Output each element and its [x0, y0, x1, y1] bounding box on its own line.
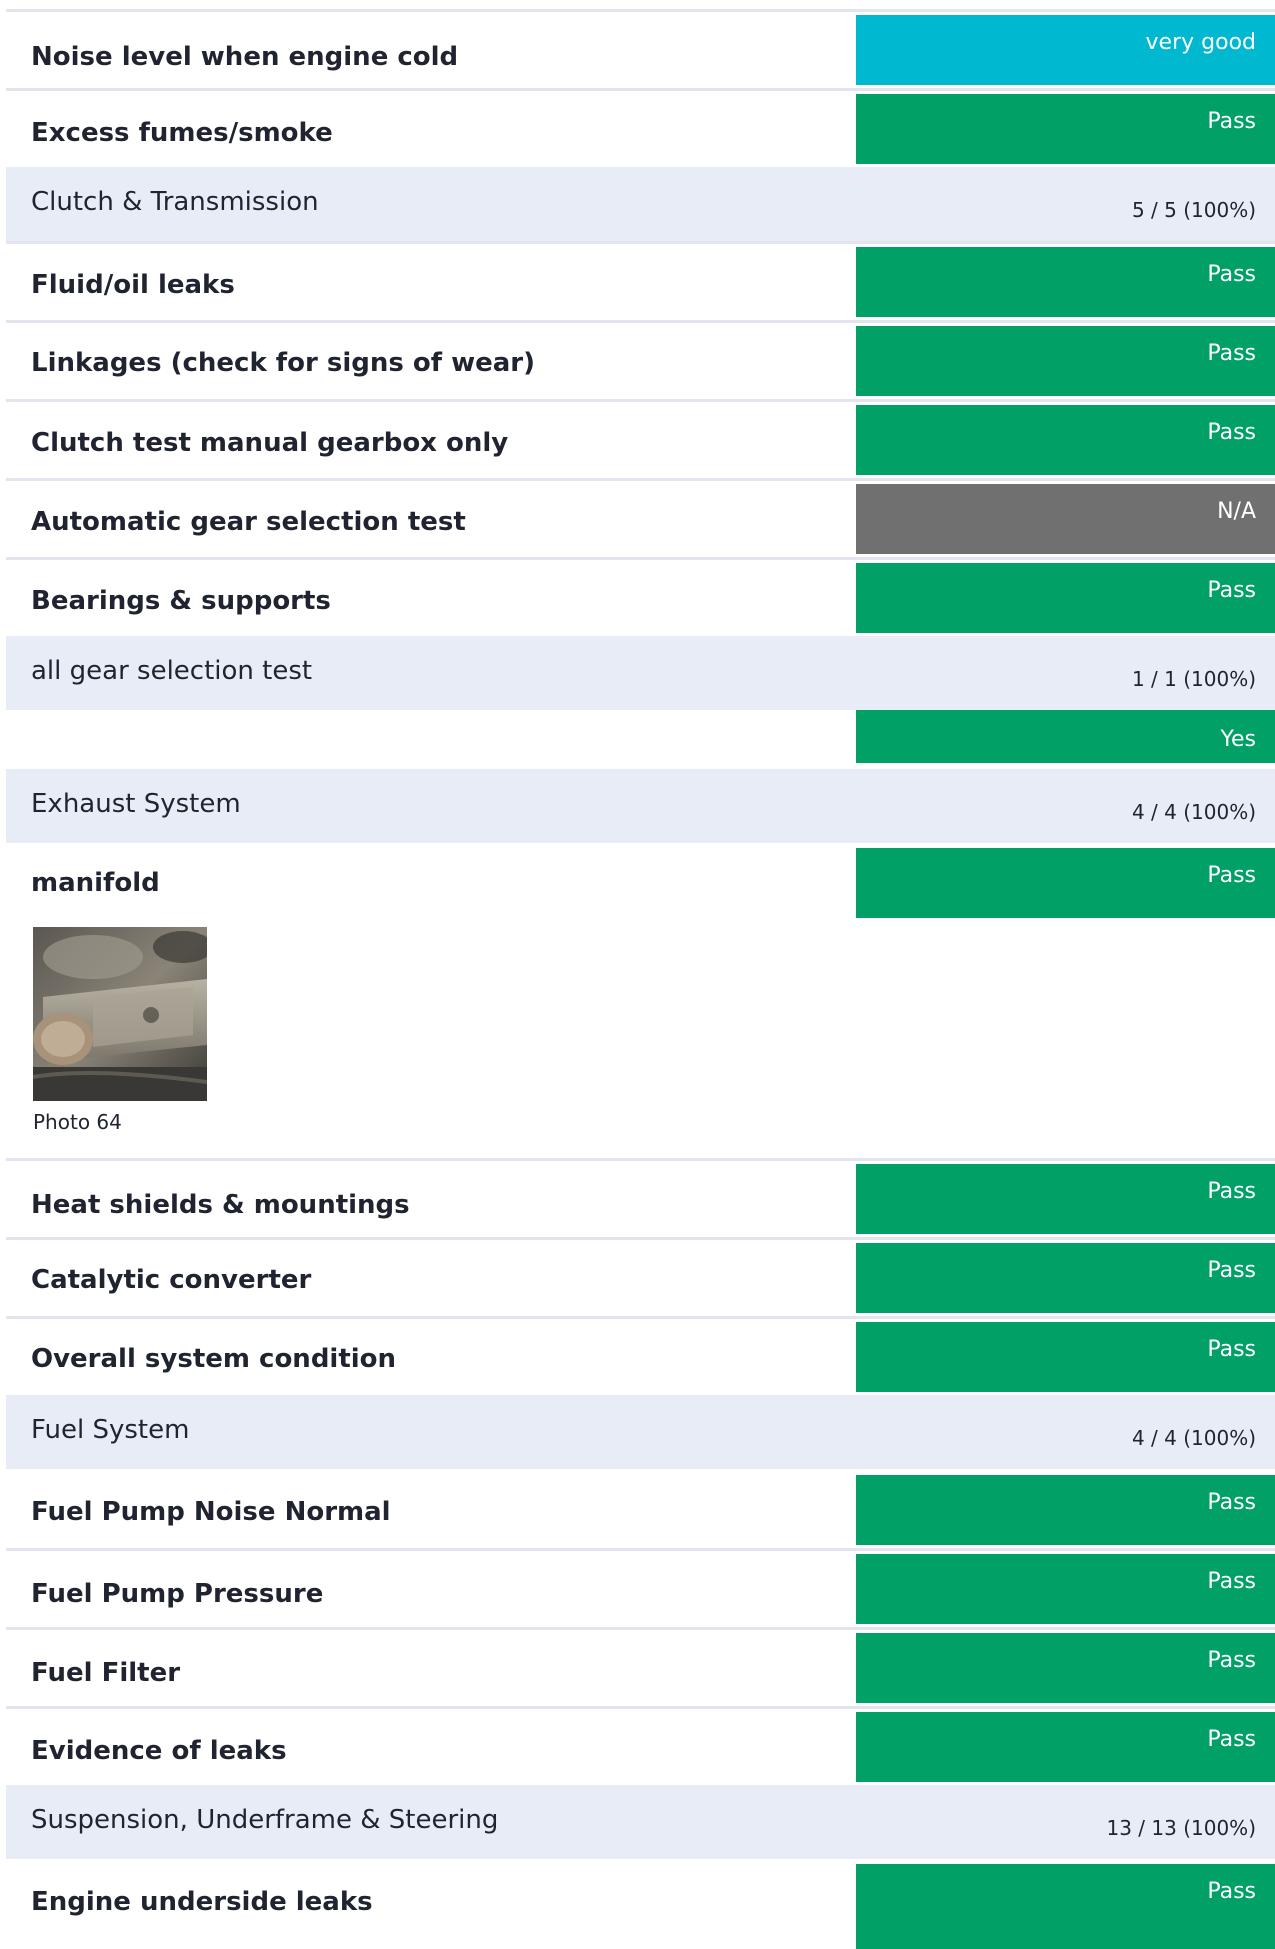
item-label: Overall system condition — [31, 1344, 397, 1374]
status-badge: Pass — [856, 247, 1275, 317]
section-title: Fuel System — [31, 1415, 190, 1445]
item-label: Clutch test manual gearbox only — [31, 428, 509, 458]
photo-image — [33, 927, 207, 1101]
inspection-item: Automatic gear selection test N/A — [6, 478, 1275, 557]
status-badge: Pass — [856, 1475, 1275, 1545]
photo-attachment: Photo 64 — [6, 927, 1275, 1158]
status-badge: Pass — [856, 94, 1275, 164]
section-header: Fuel System 4 / 4 (100%) — [6, 1395, 1275, 1469]
inspection-item: Catalytic converter Pass — [6, 1237, 1275, 1316]
item-label: Catalytic converter — [31, 1265, 312, 1295]
item-label: manifold — [31, 868, 160, 898]
inspection-item: Fuel Filter Pass — [6, 1627, 1275, 1706]
inspection-item: Clutch test manual gearbox only Pass — [6, 399, 1275, 478]
item-label: Fuel Pump Noise Normal — [31, 1497, 391, 1527]
section-score: 1 / 1 (100%) — [1131, 667, 1256, 691]
inspection-item: Noise level when engine cold very good — [6, 9, 1275, 88]
inspection-report: Noise level when engine cold very good E… — [6, 0, 1275, 1949]
status-badge: Pass — [856, 1322, 1275, 1392]
status-badge: Pass — [856, 1864, 1275, 1949]
status-badge: Pass — [856, 563, 1275, 633]
inspection-item: Engine underside leaks Pass — [6, 1859, 1275, 1949]
section-title: Clutch & Transmission — [31, 187, 319, 217]
item-label: Automatic gear selection test — [31, 507, 466, 537]
item-label: Fluid/oil leaks — [31, 270, 235, 300]
section-title: Suspension, Underframe & Steering — [31, 1805, 499, 1835]
section-header: Suspension, Underframe & Steering 13 / 1… — [6, 1785, 1275, 1859]
status-badge: Pass — [856, 848, 1275, 918]
item-label: Bearings & supports — [31, 586, 331, 616]
status-badge: Pass — [856, 1712, 1275, 1782]
status-badge: Pass — [856, 405, 1275, 475]
inspection-item: Excess fumes/smoke Pass — [6, 88, 1275, 167]
inspection-item: Fuel Pump Noise Normal Pass — [6, 1469, 1275, 1548]
inspection-item: Bearings & supports Pass — [6, 557, 1275, 636]
photo-caption: Photo 64 — [33, 1110, 122, 1134]
item-label: Excess fumes/smoke — [31, 118, 333, 148]
item-label: Linkages (check for signs of wear) — [31, 348, 536, 378]
status-badge: Pass — [856, 1164, 1275, 1234]
inspection-item: Heat shields & mountings Pass — [6, 1158, 1275, 1237]
inspection-item: Yes — [6, 710, 1275, 769]
section-score: 13 / 13 (100%) — [1106, 1816, 1257, 1840]
section-header: Clutch & Transmission 5 / 5 (100%) — [6, 167, 1275, 241]
item-label: Noise level when engine cold — [31, 42, 459, 72]
status-badge: Pass — [856, 326, 1275, 396]
inspection-item: Evidence of leaks Pass — [6, 1706, 1275, 1785]
status-badge: N/A — [856, 484, 1275, 554]
inspection-item: Linkages (check for signs of wear) Pass — [6, 320, 1275, 399]
status-badge: Pass — [856, 1554, 1275, 1624]
section-title: all gear selection test — [31, 656, 313, 686]
section-header: all gear selection test 1 / 1 (100%) — [6, 636, 1275, 710]
item-label: Fuel Filter — [31, 1658, 181, 1688]
status-badge: Pass — [856, 1243, 1275, 1313]
section-score: 4 / 4 (100%) — [1131, 800, 1256, 824]
item-label: Heat shields & mountings — [31, 1190, 410, 1220]
status-badge: Pass — [856, 1633, 1275, 1703]
status-badge: Yes — [856, 710, 1275, 763]
item-label: Fuel Pump Pressure — [31, 1579, 324, 1609]
inspection-item: Fluid/oil leaks Pass — [6, 241, 1275, 320]
inspection-item: Fuel Pump Pressure Pass — [6, 1548, 1275, 1627]
section-score: 5 / 5 (100%) — [1131, 198, 1256, 222]
section-header: Exhaust System 4 / 4 (100%) — [6, 769, 1275, 843]
item-label: Engine underside leaks — [31, 1887, 373, 1917]
status-badge: very good — [856, 15, 1275, 85]
exhaust-photo-thumbnail[interactable] — [33, 927, 207, 1101]
item-label: Evidence of leaks — [31, 1736, 287, 1766]
section-title: Exhaust System — [31, 789, 241, 819]
inspection-item: Overall system condition Pass — [6, 1316, 1275, 1395]
section-score: 4 / 4 (100%) — [1131, 1426, 1256, 1450]
inspection-item: manifold Pass — [6, 843, 1275, 927]
